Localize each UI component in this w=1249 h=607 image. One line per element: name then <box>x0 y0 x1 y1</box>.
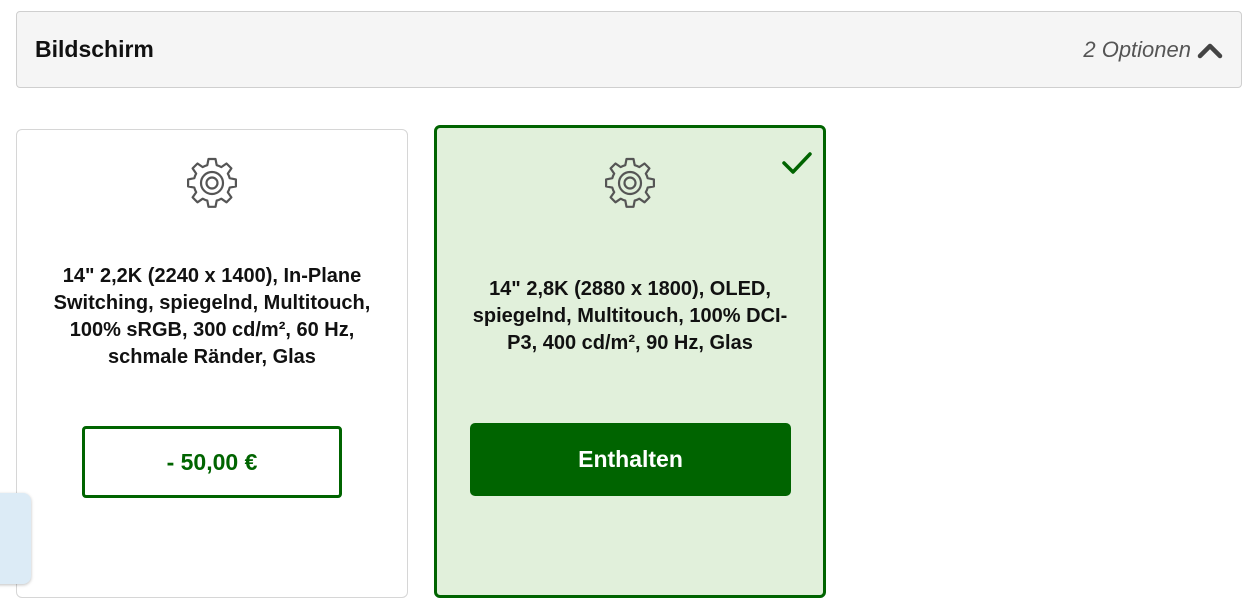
chevron-up-icon <box>1197 43 1223 58</box>
included-button[interactable]: Enthalten <box>470 423 791 496</box>
option-card-2-2k[interactable]: 14" 2,2K (2240 x 1400), In-Plane Switchi… <box>16 129 408 598</box>
checkmark-icon <box>782 152 812 174</box>
section-title: Bildschirm <box>35 36 154 62</box>
price-difference-button[interactable]: - 50,00 € <box>82 426 342 498</box>
option-card-2-8k-oled-selected[interactable]: 14" 2,8K (2880 x 1800), OLED, spiegelnd,… <box>434 125 826 598</box>
gear-icon <box>187 157 237 208</box>
option-count: 2 Optionen <box>1083 36 1191 62</box>
section-header-display[interactable]: Bildschirm 2 Optionen <box>16 11 1242 88</box>
section-toggle[interactable]: 2 Optionen <box>1083 37 1223 63</box>
gear-icon <box>605 157 655 208</box>
option-description: 14" 2,8K (2880 x 1800), OLED, spiegelnd,… <box>472 278 788 354</box>
option-description: 14" 2,2K (2240 x 1400), In-Plane Switchi… <box>53 265 371 368</box>
feedback-side-tab[interactable] <box>0 493 31 584</box>
